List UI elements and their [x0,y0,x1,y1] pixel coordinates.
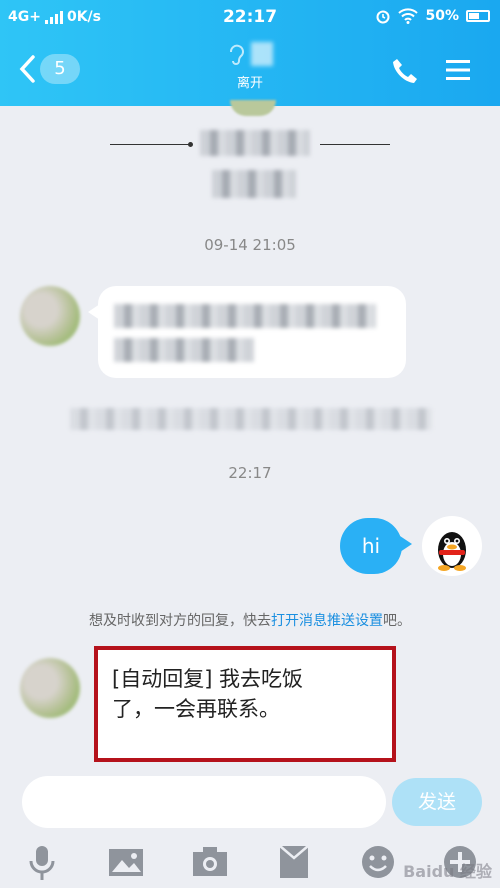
message-input[interactable] [22,776,386,828]
camera-icon[interactable] [190,842,230,882]
alarm-icon [376,10,390,24]
chat-area[interactable]: 09-14 21:05 22:17 hi 想及时收到对方的回复，快去打开消息推送… [0,100,500,768]
unread-count-badge: 5 [40,54,80,84]
emoji-icon[interactable] [358,842,398,882]
image-icon[interactable] [106,842,146,882]
timestamp: 09-14 21:05 [204,236,296,254]
battery-icon [466,10,490,22]
watermark: Baidu 经验 [403,862,492,881]
sent-message-text: hi [361,534,381,558]
obscured-message-line-1 [114,304,376,328]
push-setting-notice: 想及时收到对方的回复，快去打开消息推送设置吧。 [0,610,500,630]
red-packet-icon[interactable] [274,842,314,882]
ear-icon [230,44,244,65]
divider-dot [188,142,193,147]
auto-reply-bubble[interactable]: [自动回复] 我去吃饭 了，一会再联系。 [94,646,396,762]
phone-call-icon[interactable] [390,56,420,86]
input-toolbar: Baidu 经验 [0,838,500,888]
friend-avatar[interactable] [20,658,80,718]
notice-suffix: 吧。 [383,613,411,629]
menu-icon[interactable] [444,56,472,84]
friend-avatar[interactable] [20,286,80,346]
obscured-system-message [70,408,432,430]
chevron-left-icon [19,55,35,83]
status-bar: 4G+ 0K/s 22:17 50% [0,0,500,34]
divider-right [320,144,390,145]
auto-reply-line-1: [自动回复] 我去吃饭 [112,667,304,691]
notice-prefix: 想及时收到对方的回复，快去 [89,613,271,629]
battery-level: 50% [425,8,459,24]
timestamp: 22:17 [228,464,272,482]
send-button[interactable]: 发送 [392,778,482,826]
wifi-icon [398,8,419,24]
auto-reply-line-2: 了，一会再联系。 [112,697,280,721]
contact-info[interactable]: 离开 [150,40,350,91]
input-bar: 发送 [0,768,500,838]
contact-name-obscured [251,42,273,66]
title-bar: 5 离开 [0,34,500,106]
obscured-notice-line-1 [200,130,310,156]
open-push-settings-link[interactable]: 打开消息推送设置 [271,613,383,629]
obscured-notice-line-2 [212,170,296,198]
sent-message-bubble[interactable]: hi [340,518,412,574]
avatar-partial [230,100,276,116]
divider-left [110,144,190,145]
microphone-icon[interactable] [22,842,62,882]
back-button[interactable]: 5 [18,54,80,84]
contact-status: 离开 [236,76,263,91]
obscured-message-line-2 [114,338,254,362]
qq-penguin-icon [438,532,466,571]
friend-message-bubble[interactable] [88,286,406,378]
my-avatar[interactable] [422,516,482,576]
